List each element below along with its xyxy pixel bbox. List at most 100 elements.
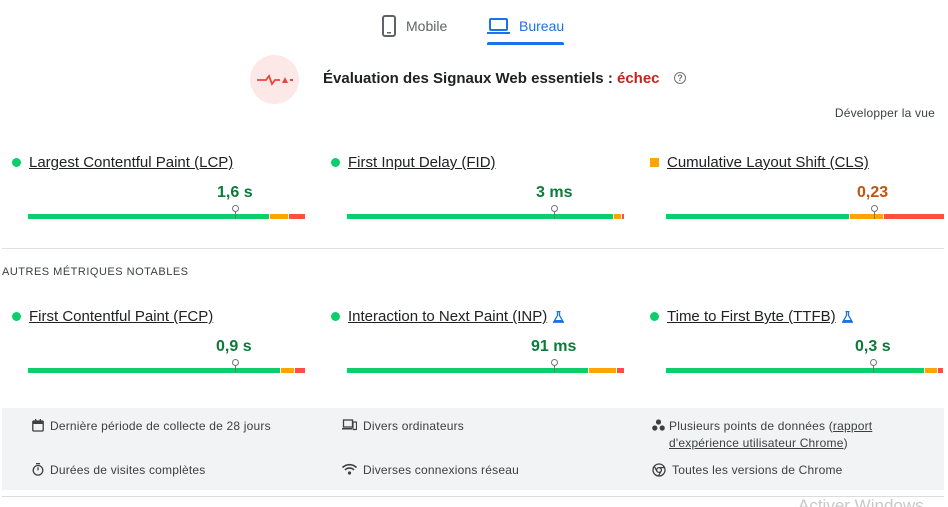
p75-marker [870, 359, 878, 366]
metric-value: 0,9 s [216, 338, 252, 355]
metric-fcp: First Contentful Paint (FCP) 0,9 s [12, 308, 305, 388]
p75-marker [232, 205, 240, 212]
section-divider [2, 248, 944, 249]
expand-view-link[interactable]: Développer la vue [835, 106, 935, 120]
poor-segment [883, 214, 944, 219]
info-visit-durations: Durées de visites complètes [32, 462, 205, 479]
info-text: Plusieurs points de données (rapport d'e… [669, 418, 912, 452]
poor-segment [622, 214, 624, 219]
average-segment [924, 368, 938, 373]
p75-marker-line [873, 212, 876, 219]
phone-icon [382, 15, 396, 37]
average-segment [850, 214, 883, 219]
metric-name[interactable]: Cumulative Layout Shift (CLS) [667, 154, 869, 171]
data-info-panel: Dernière période de collecte de 28 jours… [2, 408, 944, 490]
metric-value: 91 ms [531, 338, 577, 355]
p75-marker [232, 359, 240, 366]
info-data-points: Plusieurs points de données (rapport d'e… [652, 418, 912, 452]
data-points-icon [652, 419, 665, 431]
p75-marker-line [554, 366, 556, 373]
p75-marker-line [235, 366, 237, 373]
metric-ttfb: Time to First Byte (TTFB) 0,3 s [650, 308, 946, 388]
experimental-flask-icon [841, 310, 853, 323]
info-text: Dernière période de collecte de 28 jours [50, 419, 271, 433]
info-devices: Divers ordinateurs [342, 418, 464, 435]
timer-icon [32, 463, 44, 476]
windows-activation-watermark: Activer Windows [798, 496, 924, 507]
metric-value: 0,23 [857, 184, 889, 201]
good-segment [28, 368, 281, 373]
metric-name[interactable]: Interaction to Next Paint (INP) [348, 308, 547, 325]
good-status-dot [12, 312, 21, 321]
metric-name[interactable]: Time to First Byte (TTFB) [667, 308, 836, 325]
assessment-heading: Évaluation des Signaux Web essentiels : … [323, 70, 660, 87]
good-status-dot [331, 312, 340, 321]
assessment-status: échec [616, 70, 660, 87]
average-segment [613, 214, 622, 219]
metric-fid: First Input Delay (FID) 3 ms [331, 154, 624, 234]
tab-mobile-label: Mobile [406, 18, 448, 34]
good-segment [347, 214, 613, 219]
p75-marker-line [873, 366, 875, 373]
metric-name[interactable]: First Contentful Paint (FCP) [29, 308, 213, 325]
p75-marker-line [235, 212, 237, 219]
poor-segment [616, 368, 624, 373]
info-text: Divers ordinateurs [363, 419, 464, 433]
poor-segment [938, 368, 943, 373]
devices-icon [342, 419, 357, 431]
average-segment [588, 368, 616, 373]
wifi-icon [342, 463, 357, 475]
p75-marker [871, 205, 878, 212]
metric-value: 1,6 s [217, 184, 253, 201]
metric-name[interactable]: First Input Delay (FID) [348, 154, 496, 171]
good-status-dot [12, 158, 21, 167]
distribution-bar [28, 205, 305, 219]
chrome-icon [652, 463, 666, 477]
good-segment [666, 368, 924, 373]
help-icon[interactable]: ? [674, 72, 686, 84]
metric-lcp: Largest Contentful Paint (LCP) 1,6 s [12, 154, 305, 234]
average-segment [269, 214, 289, 219]
distribution-bar [347, 359, 624, 373]
good-segment [28, 214, 269, 219]
good-segment [666, 214, 850, 219]
experimental-flask-icon [553, 310, 565, 323]
failed-assessment-icon [250, 55, 299, 104]
info-connections: Diverses connexions réseau [342, 462, 519, 479]
distribution-bar [347, 205, 624, 219]
calendar-icon [32, 419, 44, 432]
distribution-bar [666, 205, 944, 219]
active-tab-indicator [487, 42, 564, 45]
good-status-dot [650, 312, 659, 321]
metric-name[interactable]: Largest Contentful Paint (LCP) [29, 154, 233, 171]
info-text: Toutes les versions de Chrome [672, 463, 843, 477]
average-status-square [650, 158, 659, 167]
metric-value: 3 ms [536, 184, 573, 201]
good-status-dot [331, 158, 340, 167]
distribution-bar [28, 359, 305, 373]
info-collection-period: Dernière période de collecte de 28 jours [32, 418, 271, 435]
average-segment [281, 368, 294, 373]
info-text: Diverses connexions réseau [363, 463, 519, 477]
distribution-bar [666, 359, 943, 373]
laptop-icon [487, 18, 510, 34]
assessment-prefix: Évaluation des Signaux Web essentiels : [323, 70, 617, 87]
tab-desktop-label: Bureau [519, 18, 565, 34]
metric-value: 0,3 s [855, 338, 891, 355]
other-metrics-heading: AUTRES MÉTRIQUES NOTABLES [2, 266, 189, 278]
p75-marker [551, 359, 559, 366]
p75-marker-line [554, 212, 556, 219]
poor-segment [289, 214, 305, 219]
tab-desktop[interactable]: Bureau [487, 8, 564, 44]
info-text: Durées de visites complètes [50, 463, 206, 477]
metric-inp: Interaction to Next Paint (INP) 91 ms [331, 308, 624, 388]
info-chrome-versions: Toutes les versions de Chrome [652, 462, 843, 479]
good-segment [347, 368, 588, 373]
device-tabs: Mobile Bureau [0, 0, 948, 46]
p75-marker [551, 205, 559, 212]
info-text-prefix: Plusieurs points de données ( [669, 419, 833, 433]
metric-cls: Cumulative Layout Shift (CLS) 0,23 [650, 154, 946, 234]
info-text-suffix: ) [843, 436, 848, 450]
poor-segment [294, 368, 305, 373]
tab-mobile[interactable]: Mobile [381, 8, 447, 44]
